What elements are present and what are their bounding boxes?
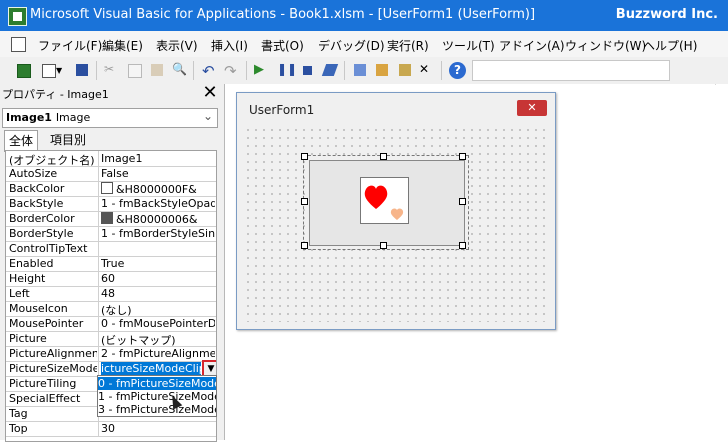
property-row[interactable]: MouseIcon (なし) xyxy=(6,301,216,317)
resize-handle[interactable] xyxy=(380,153,387,160)
menu-format[interactable]: 書式(O) xyxy=(261,37,304,54)
dropdown-option[interactable]: 0 - fmPictureSizeModeClip xyxy=(98,377,216,390)
resize-handle[interactable] xyxy=(459,198,466,205)
dropdown-option[interactable]: 3 - fmPictureSizeModeZoom xyxy=(98,403,216,416)
design-mode-icon[interactable] xyxy=(321,62,339,79)
menu-edit[interactable]: 編集(E) xyxy=(102,37,143,54)
project-explorer-icon[interactable] xyxy=(352,62,369,79)
property-row[interactable]: BorderColor &H80000006& xyxy=(6,211,216,227)
menu-addins[interactable]: アドイン(A) xyxy=(499,37,565,54)
resize-handle[interactable] xyxy=(459,242,466,249)
heart-peach-icon xyxy=(390,208,404,220)
property-row[interactable]: Picture (ビットマップ) xyxy=(6,331,216,347)
help-icon[interactable]: ? xyxy=(449,62,466,79)
property-row[interactable]: BackColor &H8000000F& xyxy=(6,181,216,197)
resize-handle[interactable] xyxy=(301,198,308,205)
reset-icon[interactable] xyxy=(299,62,316,79)
property-row[interactable]: PictureAlignment2 - fmPictureAlignmentCe… xyxy=(6,346,216,362)
property-row[interactable]: Height 60 xyxy=(6,271,216,287)
break-icon[interactable]: ❚❚ xyxy=(277,62,297,79)
property-row[interactable]: ControlTipText xyxy=(6,241,216,257)
property-row[interactable]: AutoSize False xyxy=(6,166,216,182)
window-title: Microsoft Visual Basic for Applications … xyxy=(30,7,536,22)
object-selector[interactable]: Image1 Image ⌄ xyxy=(2,108,218,128)
menu-view[interactable]: 表示(V) xyxy=(156,37,198,54)
properties-title: プロパティ - Image1 xyxy=(2,88,109,101)
picturesizemode-dropdown[interactable]: 0 - fmPictureSizeModeClip 1 - fmPictureS… xyxy=(97,375,217,417)
color-swatch xyxy=(101,182,113,194)
toolbox-icon[interactable]: ✕ xyxy=(419,62,436,79)
heart-picture xyxy=(364,185,404,220)
menu-help[interactable]: ヘルプ(H) xyxy=(643,37,697,54)
menu-run[interactable]: 実行(R) xyxy=(387,37,429,54)
paste-icon[interactable] xyxy=(149,62,166,79)
resize-handle[interactable] xyxy=(301,242,308,249)
menu-insert[interactable]: 挿入(I) xyxy=(211,37,248,54)
picturesizemode-value[interactable]: ictureSizeModeClip xyxy=(101,362,201,375)
undo-icon[interactable]: ↶ xyxy=(202,62,219,80)
close-icon[interactable]: ✕ xyxy=(517,100,547,116)
save-icon[interactable] xyxy=(74,62,91,79)
object-name: Image1 xyxy=(6,111,52,124)
property-row[interactable]: MousePointer0 - fmMousePointerDefault xyxy=(6,316,216,332)
chevron-down-icon[interactable]: ⌄ xyxy=(203,109,213,123)
menu-tools[interactable]: ツール(T) xyxy=(442,37,495,54)
object-browser-icon[interactable] xyxy=(397,62,414,79)
object-type: Image xyxy=(55,111,91,124)
title-bar: Microsoft Visual Basic for Applications … xyxy=(0,0,728,31)
property-row[interactable]: BackStyle1 - fmBackStyleOpaque xyxy=(6,196,216,212)
resize-handle[interactable] xyxy=(459,153,466,160)
dropdown-option[interactable]: 1 - fmPictureSizeModeStretch xyxy=(98,390,216,403)
properties-window-icon[interactable] xyxy=(374,62,391,79)
chevron-down-icon[interactable]: ▼ xyxy=(56,66,64,83)
property-row[interactable]: (オブジェクト名) Image1 xyxy=(6,151,216,167)
tab-alphabetic[interactable]: 全体 xyxy=(4,130,39,152)
menu-bar: ファイル(F) 編集(E) 表示(V) 挿入(I) 書式(O) デバッグ(D) … xyxy=(0,31,728,58)
toolbar-combo[interactable] xyxy=(472,60,670,81)
menu-window[interactable]: ウィンドウ(W) xyxy=(565,37,646,54)
view-excel-icon[interactable] xyxy=(15,62,32,79)
property-row[interactable]: Top 30 xyxy=(6,421,216,437)
brand-label: Buzzword Inc. xyxy=(615,7,718,22)
excel-app-icon[interactable] xyxy=(8,7,27,26)
picture-frame xyxy=(360,177,409,224)
vertical-scrollbar[interactable] xyxy=(716,84,728,440)
run-icon[interactable]: ▶ xyxy=(254,62,271,79)
tab-categorized[interactable]: 項目別 xyxy=(46,130,90,151)
find-icon[interactable]: 🔍 xyxy=(172,62,189,79)
color-swatch xyxy=(101,212,113,224)
redo-icon[interactable]: ↷ xyxy=(224,62,241,80)
form-window-icon[interactable] xyxy=(11,37,26,52)
resize-handle[interactable] xyxy=(301,153,308,160)
close-icon[interactable]: ✕ xyxy=(200,83,220,103)
userform-title: UserForm1 xyxy=(249,103,315,117)
heart-red-icon xyxy=(364,185,388,209)
property-row[interactable]: Enabled True xyxy=(6,256,216,272)
property-row[interactable]: Left 48 xyxy=(6,286,216,302)
copy-icon[interactable] xyxy=(126,62,143,79)
menu-debug[interactable]: デバッグ(D) xyxy=(318,37,385,54)
cut-icon[interactable]: ✂ xyxy=(104,62,121,79)
insert-userform-icon[interactable] xyxy=(40,62,57,79)
menu-file[interactable]: ファイル(F) xyxy=(38,37,102,54)
property-row[interactable]: BorderStyle1 - fmBorderStyleSingle xyxy=(6,226,216,242)
resize-handle[interactable] xyxy=(380,242,387,249)
